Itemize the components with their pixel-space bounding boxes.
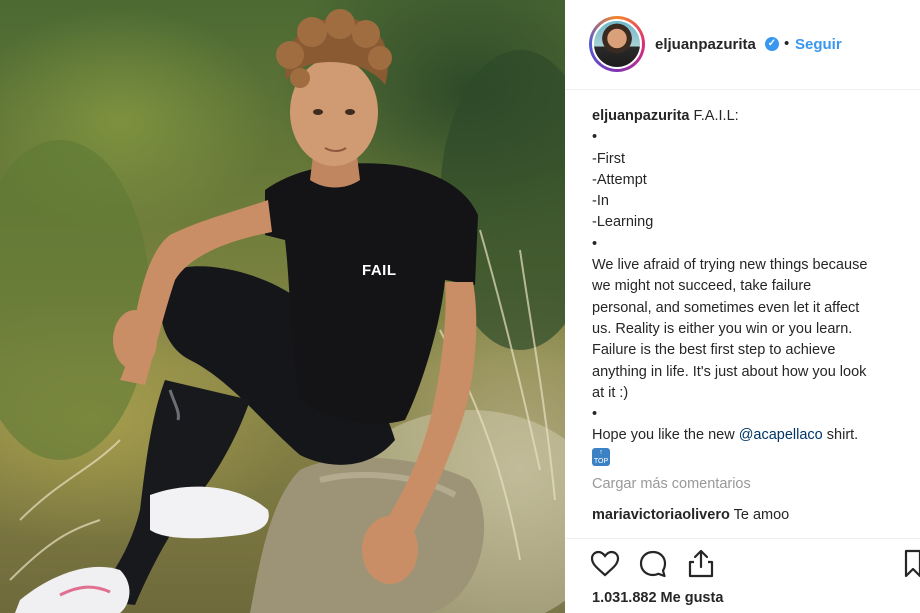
caption-line: • <box>592 235 598 252</box>
verified-badge-icon: ✓ <box>765 37 779 51</box>
post-photo-art <box>0 9 565 613</box>
caption-after-mention: shirt. <box>822 427 859 444</box>
post-photo[interactable]: FAIL <box>0 0 565 613</box>
caption-line: us. Reality is either you win or you lea… <box>592 320 853 337</box>
likes-number: 1.031.882 <box>592 590 657 606</box>
caption-line: at it :) <box>592 384 629 401</box>
caption-line: • <box>592 406 598 423</box>
caption-line: personal, and sometimes even let it affe… <box>592 299 860 316</box>
caption-line: -Learning <box>592 214 654 231</box>
shirt-print-text: FAIL <box>362 262 397 279</box>
caption-hope-text: Hope you like the new <box>592 427 739 444</box>
post-header: eljuanpazurita ✓ • Seguir <box>565 0 920 90</box>
heart-icon[interactable] <box>589 548 621 580</box>
comment-text: Te amoo <box>733 507 790 523</box>
share-icon[interactable] <box>685 548 717 580</box>
follow-button[interactable]: Seguir <box>795 36 842 53</box>
mention-link[interactable]: @acapellaco <box>739 427 823 443</box>
caption-line: -In <box>592 193 609 210</box>
caption-emoji-line: ↑ TOP <box>592 447 914 468</box>
post-author-username[interactable]: eljuanpazurita <box>655 36 756 53</box>
likes-label: Me gusta <box>660 590 724 606</box>
post-caption: eljuanpazurita F.A.I.L: • -First -Attempt -… <box>592 106 914 468</box>
avatar[interactable] <box>592 19 642 69</box>
caption-line: We live afraid of trying new things beca… <box>592 257 868 274</box>
caption-mention-line: Hope you like the new @acapellaco shirt. <box>592 425 914 446</box>
header-separator: • <box>784 35 790 52</box>
load-more-comments-button[interactable]: Cargar más comentarios <box>592 476 751 492</box>
post-side-panel: eljuanpazurita ✓ • Seguir eljuanpazurita… <box>565 0 920 613</box>
avatar-story-ring[interactable] <box>589 16 645 72</box>
top-emoji-label: TOP <box>593 457 609 465</box>
caption-title-line: eljuanpazurita F.A.I.L: <box>592 106 914 127</box>
caption-title: F.A.I.L: <box>693 108 739 124</box>
caption-username[interactable]: eljuanpazurita <box>592 108 690 124</box>
comment-username[interactable]: mariavictoriaolivero <box>592 507 730 523</box>
caption-line: -Attempt <box>592 171 647 188</box>
post-actions-bar: 1.031.882 Me gusta <box>565 538 920 613</box>
likes-count[interactable]: 1.031.882 Me gusta <box>592 590 723 606</box>
comment-item: mariavictoriaolivero Te amoo <box>592 507 789 523</box>
comment-bubble-icon[interactable] <box>637 548 669 580</box>
caption-body: • -First -Attempt -In -Learning • We live afra… <box>592 127 914 425</box>
caption-line: we might not succeed, take failure <box>592 278 812 295</box>
top-emoji-icon: ↑ TOP <box>592 447 610 466</box>
caption-line: -First <box>592 150 626 167</box>
caption-line: anything in life. It's just about how yo… <box>592 363 867 380</box>
bookmark-icon[interactable] <box>903 548 920 580</box>
caption-line: • <box>592 129 598 146</box>
caption-line: Failure is the best first step to achiev… <box>592 342 836 359</box>
